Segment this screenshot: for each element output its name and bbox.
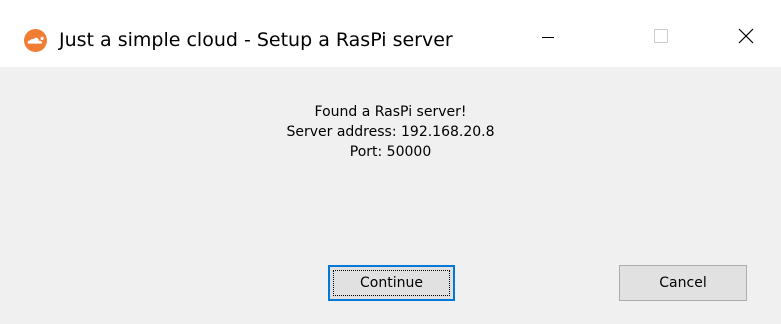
server-info-message: Found a RasPi server! Server address: 19… — [0, 102, 781, 162]
continue-button[interactable]: Continue — [328, 265, 455, 301]
focus-rectangle — [333, 270, 450, 296]
window-title: Just a simple cloud - Setup a RasPi serv… — [59, 29, 453, 51]
close-button[interactable] — [717, 9, 775, 67]
server-address-text: Server address: 192.168.20.8 — [286, 124, 495, 140]
close-icon — [738, 28, 754, 48]
found-server-text: Found a RasPi server! — [314, 104, 467, 120]
maximize-icon — [653, 28, 669, 48]
minimize-button[interactable] — [519, 9, 577, 67]
dialog-body: Found a RasPi server! Server address: 19… — [0, 67, 781, 324]
title-bar[interactable]: Just a simple cloud - Setup a RasPi serv… — [0, 0, 781, 67]
cancel-button[interactable]: Cancel — [619, 265, 747, 301]
cancel-button-label: Cancel — [659, 275, 707, 291]
cloud-icon — [24, 29, 47, 52]
maximize-button — [632, 9, 690, 67]
minimize-icon — [541, 29, 555, 48]
server-port-text: Port: 50000 — [349, 144, 432, 160]
dialog-window: Just a simple cloud - Setup a RasPi serv… — [0, 0, 781, 324]
